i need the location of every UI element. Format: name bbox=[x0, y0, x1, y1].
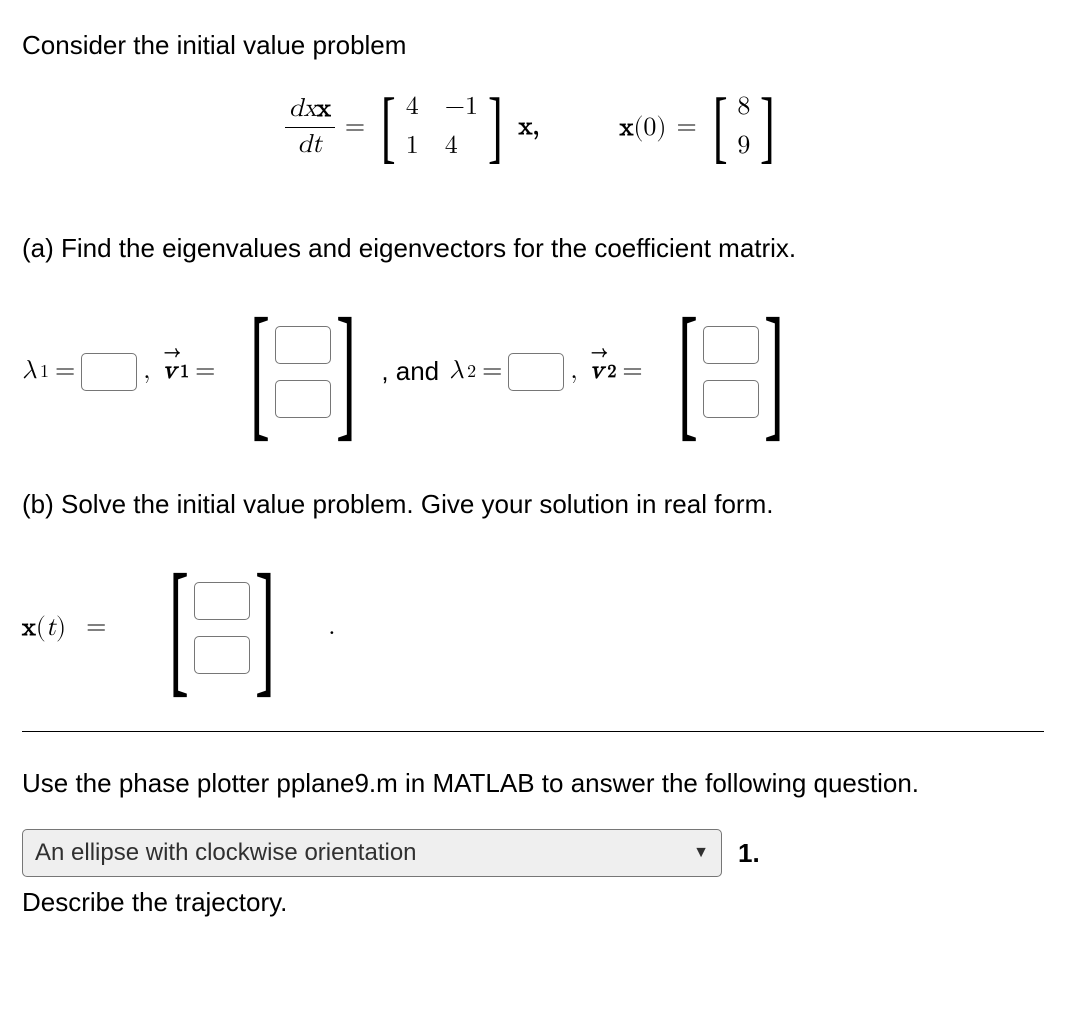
v2-sub: 2 bbox=[607, 361, 616, 383]
eq-l1: = bbox=[55, 356, 75, 387]
select-value: An ellipse with clockwise orientation bbox=[35, 839, 417, 867]
eq-v2: = bbox=[622, 356, 642, 387]
m-a12: −1 bbox=[445, 92, 478, 123]
v2-input-1[interactable] bbox=[703, 326, 759, 364]
ic-vector: [ 8 9 ] bbox=[707, 91, 781, 163]
frac-dxdt: dxx dt bbox=[285, 92, 335, 163]
xt-x: x bbox=[22, 615, 36, 641]
separator bbox=[22, 731, 1044, 732]
equals-1: = bbox=[345, 112, 365, 143]
lambda2-input[interactable] bbox=[508, 353, 564, 391]
v1-vector: [ ] bbox=[257, 304, 349, 439]
ic-r2: 9 bbox=[737, 131, 750, 162]
xt-input-2[interactable] bbox=[194, 636, 250, 674]
lambda1-sub: 1 bbox=[40, 361, 49, 383]
lambda2-sub: 2 bbox=[467, 361, 476, 383]
v1-sym: v bbox=[162, 356, 176, 387]
matlab-instruction: Use the phase plotter pplane9.m in MATLA… bbox=[22, 768, 1044, 799]
v1-sub: 1 bbox=[180, 361, 189, 383]
equation-row: dxx dt = [ 4 −1 1 4 ] x, x(0) = bbox=[22, 91, 1044, 163]
v1-input-1[interactable] bbox=[275, 326, 331, 364]
ic-r1: 8 bbox=[737, 92, 750, 123]
chevron-down-icon: ▼ bbox=[693, 844, 709, 862]
initial-condition: x(0) = [ 8 9 ] bbox=[620, 91, 782, 163]
eq-l2: = bbox=[482, 356, 502, 387]
part-b-prompt: (b) Solve the initial value problem. Giv… bbox=[22, 489, 1044, 520]
m-a22: 4 bbox=[445, 131, 478, 162]
eq-xt: = bbox=[86, 612, 106, 643]
intro-text: Consider the initial value problem bbox=[22, 30, 1044, 61]
equals-2: = bbox=[677, 112, 697, 143]
coeff-matrix: [ 4 −1 1 4 ] bbox=[375, 91, 509, 163]
xt-period: . bbox=[328, 612, 335, 643]
x-comma: x, bbox=[519, 112, 540, 143]
part-a-prompt: (a) Find the eigenvalues and eigenvector… bbox=[22, 233, 1044, 264]
v2-vector: [ ] bbox=[685, 304, 777, 439]
v2-input-2[interactable] bbox=[703, 380, 759, 418]
comma-2: , bbox=[570, 356, 577, 387]
dt: dt bbox=[294, 128, 327, 163]
xt-input-1[interactable] bbox=[194, 582, 250, 620]
xt-vector: [ ] bbox=[176, 560, 268, 695]
v1-input-2[interactable] bbox=[275, 380, 331, 418]
eq-v1: = bbox=[195, 356, 215, 387]
lambda1-sym: λ bbox=[22, 356, 36, 387]
m-a11: 4 bbox=[406, 92, 419, 123]
lambda1-input[interactable] bbox=[81, 353, 137, 391]
question-number: 1. bbox=[738, 838, 760, 869]
lambda2-sym: λ bbox=[449, 356, 463, 387]
part-a-answer-row: λ1 = , v1 = [ ] , and λ2 = , v2 bbox=[22, 304, 1044, 439]
trajectory-select[interactable]: An ellipse with clockwise orientation ▼ bbox=[22, 829, 722, 877]
part-b-answer-row: x(t) = [ ] . bbox=[22, 560, 1044, 695]
ode-lhs: dxx dt = [ 4 −1 1 4 ] x, bbox=[285, 91, 540, 163]
comma-1: , bbox=[143, 356, 150, 387]
and-text: , and bbox=[381, 356, 439, 387]
m-a21: 1 bbox=[406, 131, 419, 162]
describe-trajectory-text: Describe the trajectory. bbox=[22, 887, 1044, 918]
dx: dx bbox=[289, 96, 317, 122]
v2-sym: v bbox=[590, 356, 604, 387]
x0: x bbox=[620, 115, 634, 141]
